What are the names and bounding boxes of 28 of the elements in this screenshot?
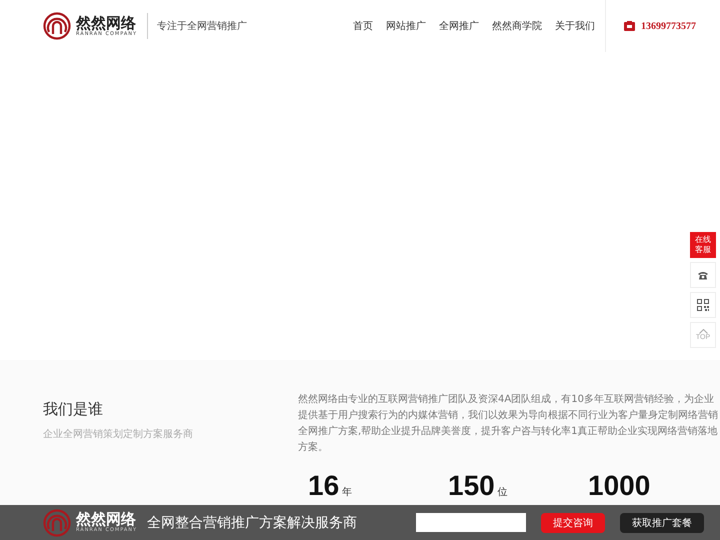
about-paragraph: 然然网络由专业的互联网营销推广团队及资深4A团队组成，有10多年互联网营销经验，为企业提供基于用户搜索行为的内媒体营销，我们以效果为导向根据不同行业为客户量身定制网络营销全网推广方案,帮助企业提升品牌美誉度，提升客户咨与转化率1真正帮助企业实现网络营销落地方案。: [298, 392, 718, 455]
nav-link[interactable]: 全网推广: [439, 19, 479, 33]
stat-number: 1000: [588, 470, 650, 502]
nav-link[interactable]: 然然商学院: [492, 19, 542, 33]
tagline: 专注于全网营销推广: [157, 20, 248, 33]
nav-link[interactable]: 首页: [353, 19, 373, 33]
package-button[interactable]: 获取推广套餐: [620, 512, 704, 532]
submit-button[interactable]: 提交咨询: [541, 512, 605, 532]
chevron-up-icon: [698, 329, 708, 334]
stat-number: 150: [448, 470, 495, 502]
section-title: 我们是谁: [43, 400, 104, 419]
online-service-button[interactable]: 在线客服: [690, 232, 716, 258]
nav-link[interactable]: 网站推广: [386, 19, 426, 33]
stat-number: 16: [308, 470, 340, 502]
nav-link[interactable]: 关于我们: [555, 19, 595, 33]
qr-code-icon: [697, 299, 709, 311]
logo-text: 然然网络: [76, 511, 137, 527]
qr-code-button[interactable]: [690, 292, 716, 318]
phone-number: 13699773577: [641, 20, 696, 32]
phone-button[interactable]: [690, 262, 716, 288]
logo-text: 然然网络: [76, 14, 137, 30]
section-subtitle: 企业全网营销策划定制方案服务商: [43, 428, 194, 441]
stat-unit: 年: [342, 486, 352, 499]
logo-icon: [43, 508, 71, 536]
stat-unit: 位: [498, 486, 508, 499]
logo-icon: [43, 12, 71, 40]
slogan: 全网整合营销推广方案解决服务商: [147, 514, 358, 532]
input-field[interactable]: [416, 513, 526, 532]
